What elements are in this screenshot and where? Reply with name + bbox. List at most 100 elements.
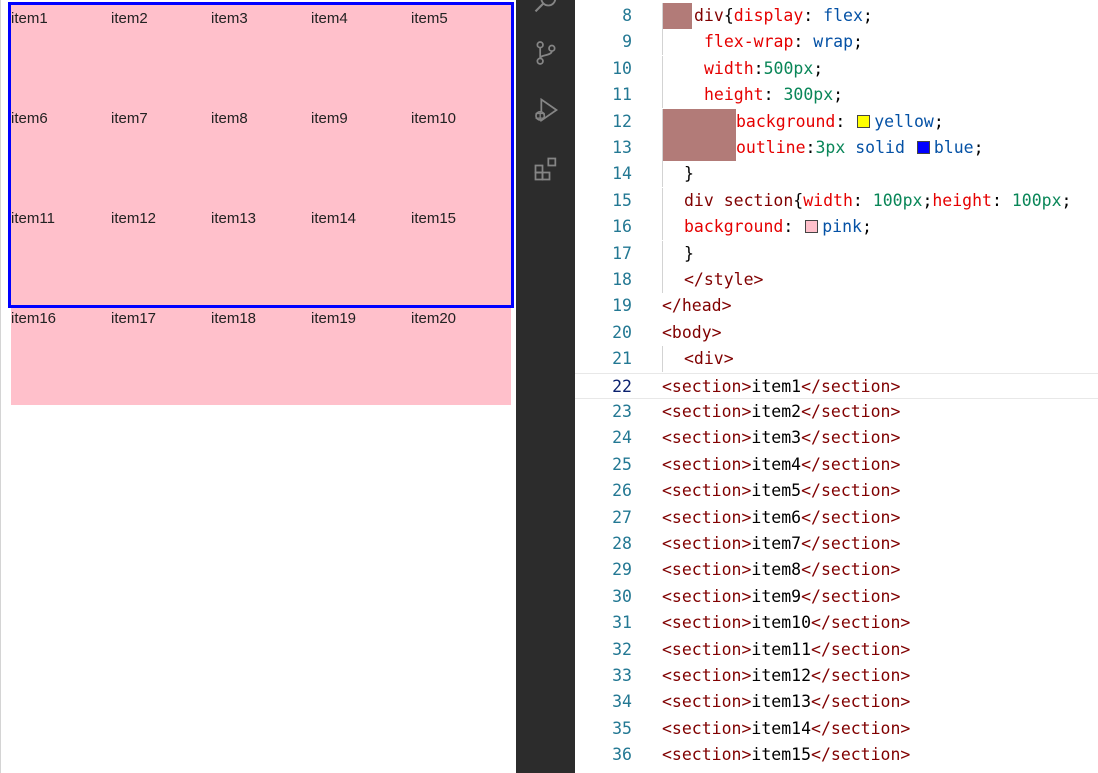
code-token: item8: [751, 560, 802, 580]
code-text: <section>item5</section>: [662, 478, 900, 504]
code-token: background: [684, 217, 784, 237]
indent-guide: [662, 82, 663, 109]
code-line[interactable]: 12 background: yellow;: [575, 108, 1098, 135]
code-token: background: [736, 111, 836, 131]
code-line[interactable]: 16 background: pink;: [575, 214, 1098, 241]
code-token: }: [684, 243, 694, 263]
color-swatch-icon[interactable]: [916, 141, 930, 154]
line-number: 19: [612, 296, 632, 316]
code-token: width: [803, 190, 853, 210]
flex-item: item14: [311, 205, 411, 305]
code-line[interactable]: 36 <section>item15</section>: [575, 742, 1098, 768]
code-token: <section>: [662, 402, 752, 421]
code-line[interactable]: 24 <section>item3</section>: [575, 425, 1098, 451]
line-number: 20: [612, 322, 632, 342]
code-line[interactable]: 35 <section>item14</section>: [575, 716, 1098, 742]
flex-item: item1: [11, 5, 111, 105]
code-token: <section>: [662, 507, 752, 527]
code-text: </head>: [662, 293, 732, 319]
code-text: <section>item8</section>: [662, 557, 900, 583]
search-icon[interactable]: [530, 0, 562, 18]
code-editor[interactable]: 8 div{display: flex; 9 flex-wrap: wrap; 10 wi…: [575, 0, 1098, 773]
code-token: :: [783, 217, 804, 237]
flex-item: item2: [111, 5, 211, 105]
code-token: item2: [751, 402, 802, 421]
code-line[interactable]: 30 <section>item9</section>: [575, 584, 1098, 610]
color-swatch-icon[interactable]: [857, 114, 871, 128]
code-token: solid: [855, 138, 905, 157]
code-token: outline: [736, 138, 806, 157]
code-line[interactable]: 14}: [575, 161, 1098, 188]
code-text: div section{width: 100px;height: 100px;: [684, 188, 1071, 214]
source-control-icon[interactable]: [530, 37, 562, 69]
indent-guide: [662, 187, 663, 214]
code-token: </section>: [811, 745, 911, 765]
line-number: 12: [612, 111, 632, 131]
code-line[interactable]: 31 <section>item10</section>: [575, 610, 1098, 636]
code-line[interactable]: 21 <div>: [575, 346, 1098, 373]
code-token: <section>: [662, 376, 752, 396]
code-token: </section>: [811, 613, 911, 633]
code-line[interactable]: 10 width:500px;: [575, 55, 1098, 82]
code-line[interactable]: 25 <section>item4</section>: [575, 452, 1098, 478]
code-token: width: [704, 58, 754, 78]
code-token: :: [852, 190, 873, 210]
code-token: ;: [813, 58, 824, 78]
flex-item: item18: [211, 305, 311, 405]
code-token: }: [684, 164, 694, 184]
code-line[interactable]: 13 outline:3px solid blue;: [575, 135, 1098, 161]
indent-guide: [662, 29, 663, 56]
indent-guide: [662, 3, 663, 29]
code-token: </section>: [801, 534, 901, 553]
run-debug-icon[interactable]: [530, 94, 562, 126]
line-number: 21: [612, 349, 632, 369]
line-number: 22: [612, 376, 632, 396]
code-line[interactable]: 20 <body>: [575, 320, 1098, 346]
line-number: 24: [612, 428, 632, 448]
extensions-icon[interactable]: [530, 153, 562, 185]
code-text: <section>item13</section>: [662, 689, 910, 715]
code-line[interactable]: 27 <section>item6</section>: [575, 505, 1098, 531]
code-line[interactable]: 32 <section>item11</section>: [575, 637, 1098, 663]
code-line[interactable]: 26 <section>item5</section>: [575, 478, 1098, 504]
code-token: {: [723, 6, 734, 25]
code-token: 300px: [783, 85, 834, 105]
code-line[interactable]: 22 <section>item1</section>: [575, 372, 1098, 399]
color-swatch-icon[interactable]: [805, 220, 819, 234]
code-line[interactable]: 11 height: 300px;: [575, 82, 1098, 109]
code-line[interactable]: 8 div{display: flex;: [575, 3, 1098, 29]
line-number: 23: [612, 402, 632, 421]
line-number: 15: [612, 190, 632, 210]
code-token: <section>: [662, 481, 752, 501]
line-number: 14: [612, 164, 632, 184]
code-line[interactable]: 33 <section>item12</section>: [575, 663, 1098, 689]
code-token: pink: [822, 217, 862, 237]
code-text: </style>: [684, 267, 763, 293]
code-token: <section>: [662, 745, 752, 765]
code-token: item4: [751, 454, 802, 474]
line-number: 18: [612, 270, 632, 289]
code-line[interactable]: 29 <section>item8</section>: [575, 557, 1098, 583]
code-line[interactable]: 15 div section{width: 100px;height: 100px…: [575, 187, 1098, 214]
code-line[interactable]: 28 <section>item7</section>: [575, 531, 1098, 557]
browser-preview: item1 item2 item3 item4 item5 item6 item7 item8…: [0, 0, 516, 773]
code-line[interactable]: 18 </style>: [575, 267, 1098, 293]
code-text: <section>item3</section>: [662, 425, 900, 451]
code-line[interactable]: 9 flex-wrap: wrap;: [575, 29, 1098, 56]
indent-guide: [662, 214, 663, 241]
code-text: <section>item2</section>: [662, 399, 900, 425]
code-token: <section>: [662, 454, 752, 474]
code-text: <section>item11</section>: [662, 637, 910, 663]
code-token: </section>: [801, 376, 901, 396]
code-token: item15: [751, 745, 812, 765]
flex-container: item1 item2 item3 item4 item5 item6 item7 item8…: [11, 5, 511, 405]
code-token: </section>: [801, 560, 901, 580]
code-line[interactable]: 23 <section>item2</section>: [575, 399, 1098, 425]
code-token: item11: [751, 639, 812, 659]
line-number: 26: [612, 481, 632, 501]
code-line[interactable]: 17}: [575, 240, 1098, 267]
code-line[interactable]: 19 </head>: [575, 293, 1098, 319]
code-line[interactable]: 34 <section>item13</section>: [575, 689, 1098, 715]
